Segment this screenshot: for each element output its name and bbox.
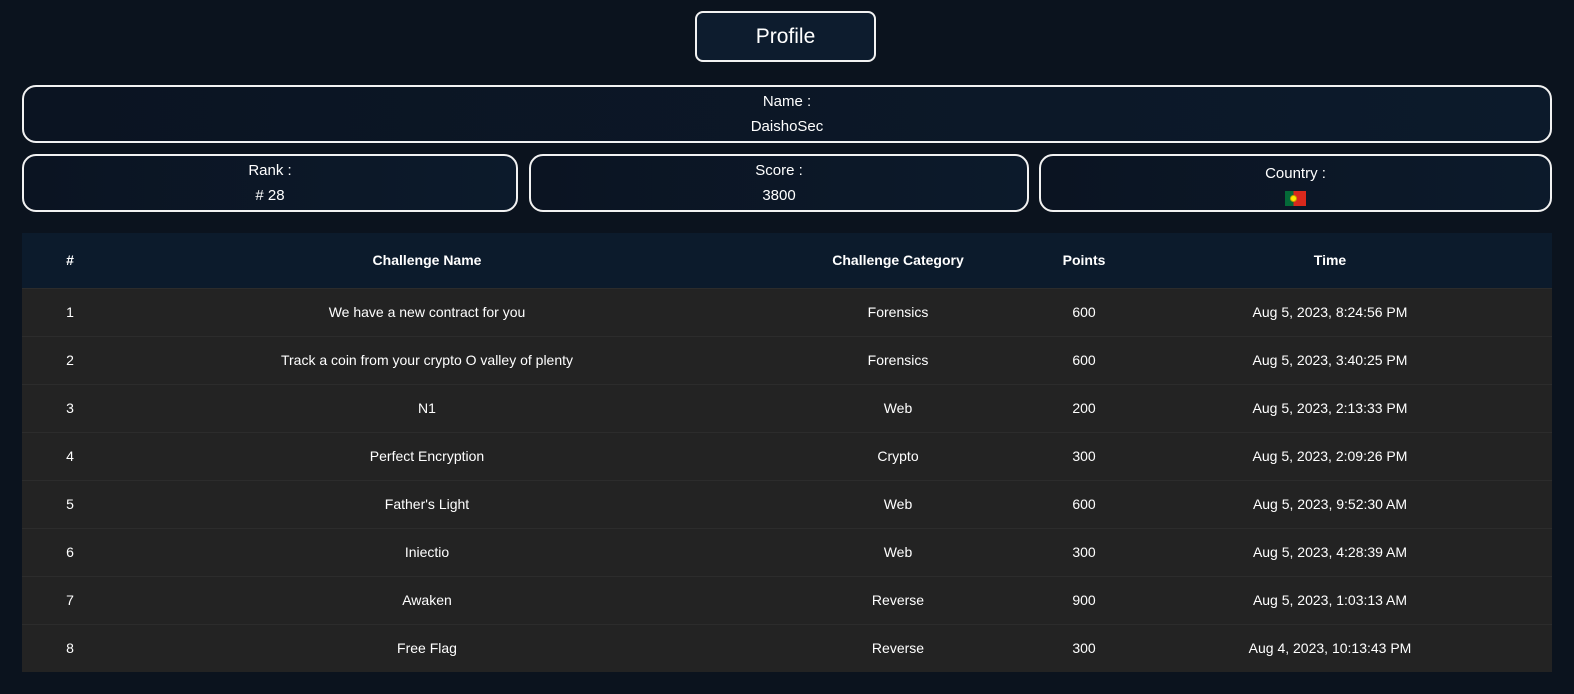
cell-time: Aug 5, 2023, 2:13:33 PM xyxy=(1252,400,1408,416)
name-label: Name : xyxy=(762,93,812,110)
cell-challenge-category: Reverse xyxy=(871,640,925,657)
cell-number: 1 xyxy=(66,304,74,320)
table-row: 5 Father's Light Web 600 Aug 5, 2023, 9:52:3… xyxy=(22,480,1552,528)
table-row: 3 N1 Web 200 Aug 5, 2023, 2:13:33 PM xyxy=(22,384,1552,432)
cell-number: 5 xyxy=(66,496,74,512)
cell-points: 300 xyxy=(1072,448,1096,464)
cell-points: 600 xyxy=(1072,496,1096,512)
cell-challenge-category: Forensics xyxy=(867,304,929,320)
cell-challenge-category: Web xyxy=(883,400,913,416)
cell-time: Aug 5, 2023, 8:24:56 PM xyxy=(1252,304,1408,320)
score-label: Score : xyxy=(755,162,803,179)
cell-number: 7 xyxy=(66,592,74,608)
cell-number: 6 xyxy=(66,544,74,560)
name-card: Name : DaishoSec xyxy=(22,85,1552,143)
cell-challenge-category: Reverse xyxy=(871,592,925,608)
rank-value: # 28 xyxy=(255,187,285,204)
cell-time: Aug 4, 2023, 10:13:43 PM xyxy=(1248,640,1412,657)
cell-challenge-category: Web xyxy=(883,544,913,560)
cell-time: Aug 5, 2023, 3:40:25 PM xyxy=(1252,352,1408,368)
cell-challenge-category: Forensics xyxy=(867,352,929,368)
cell-challenge-category: Crypto xyxy=(877,448,919,464)
table-row: 4 Perfect Encryption Crypto 300 Aug 5, 2023,… xyxy=(22,432,1552,480)
solves-table: # Challenge Name Challenge Category Poin… xyxy=(22,233,1552,672)
column-header-points: Points xyxy=(1062,252,1106,269)
cell-challenge-name: We have a new contract for you xyxy=(328,304,526,320)
table-row: 6 Iniectio Web 300 Aug 5, 2023, 4:28:39 AM xyxy=(22,528,1552,576)
cell-challenge-name: Free Flag xyxy=(397,640,457,657)
name-value: DaishoSec xyxy=(750,118,824,135)
cell-time: Aug 5, 2023, 2:09:26 PM xyxy=(1252,448,1408,464)
cell-number: 3 xyxy=(66,400,74,416)
cell-challenge-name: Father's Light xyxy=(384,496,470,512)
score-card: Score : 3800 xyxy=(529,154,1029,212)
page-title: Profile xyxy=(695,11,876,62)
cell-time: Aug 5, 2023, 9:52:30 AM xyxy=(1252,496,1408,512)
cell-time: Aug 5, 2023, 4:28:39 AM xyxy=(1252,544,1408,560)
cell-number: 4 xyxy=(66,448,74,464)
table-row: 1 We have a new contract for you Forensics… xyxy=(22,288,1552,336)
cell-points: 300 xyxy=(1072,640,1096,657)
table-row: 8 Free Flag Reverse 300 Aug 4, 2023, 10:13:4… xyxy=(22,624,1552,672)
cell-number: 8 xyxy=(66,640,74,657)
country-label: Country : xyxy=(1265,164,1326,182)
cell-challenge-name: Perfect Encryption xyxy=(369,448,485,464)
cell-challenge-name: Track a coin from your crypto O valley o… xyxy=(280,352,574,368)
cell-points: 600 xyxy=(1072,352,1096,368)
table-header-row: # Challenge Name Challenge Category Poin… xyxy=(22,233,1552,288)
cell-time: Aug 5, 2023, 1:03:13 AM xyxy=(1252,592,1408,608)
cell-challenge-name: Iniectio xyxy=(404,544,450,560)
cell-points: 200 xyxy=(1072,400,1096,416)
country-card: Country : xyxy=(1039,154,1552,212)
cell-points: 900 xyxy=(1072,592,1096,608)
cell-challenge-name: N1 xyxy=(418,400,436,416)
column-header-number: # xyxy=(66,252,74,269)
cell-points: 600 xyxy=(1072,304,1096,320)
rank-card: Rank : # 28 xyxy=(22,154,518,212)
table-row: 2 Track a coin from your crypto O valley … xyxy=(22,336,1552,384)
cell-challenge-name: Awaken xyxy=(402,592,452,608)
column-header-time: Time xyxy=(1313,252,1347,269)
column-header-challenge-name: Challenge Name xyxy=(372,252,482,269)
score-value: 3800 xyxy=(762,187,796,204)
portugal-flag-icon xyxy=(1285,190,1306,206)
cell-points: 300 xyxy=(1072,544,1096,560)
cell-number: 2 xyxy=(66,352,74,368)
cell-challenge-category: Web xyxy=(883,496,913,512)
rank-label: Rank : xyxy=(248,162,292,179)
table-row: 7 Awaken Reverse 900 Aug 5, 2023, 1:03:13 AM xyxy=(22,576,1552,624)
column-header-challenge-category: Challenge Category xyxy=(832,252,964,269)
